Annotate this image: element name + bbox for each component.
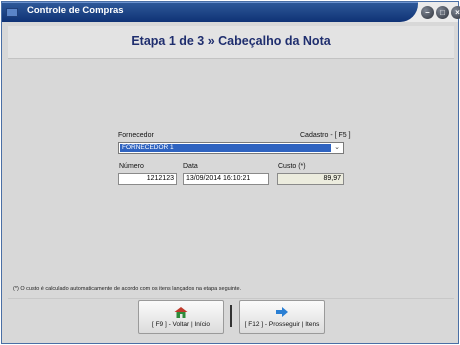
step-header: Etapa 1 de 3 » Cabeçalho da Nota bbox=[8, 26, 454, 59]
numero-field[interactable]: 1212123 bbox=[118, 173, 177, 185]
footnote: (*) O custo é calculado automaticamente … bbox=[13, 286, 242, 292]
app-icon bbox=[6, 8, 18, 17]
fornecedor-label: Fornecedor bbox=[118, 132, 154, 139]
next-button[interactable]: [ F12 ] - Prosseguir | Itens bbox=[239, 300, 325, 334]
footer-divider bbox=[8, 298, 454, 299]
home-icon bbox=[174, 307, 188, 318]
button-separator bbox=[230, 305, 232, 327]
minimize-icon[interactable]: – bbox=[421, 6, 434, 19]
data-field[interactable]: 13/09/2014 16:10:21 bbox=[183, 173, 269, 185]
main-window: Controle de Compras – □ × Etapa 1 de 3 »… bbox=[1, 1, 460, 344]
custo-field: 89,97 bbox=[277, 173, 344, 185]
arrow-right-icon bbox=[276, 307, 288, 317]
back-button[interactable]: [ F9 ] - Voltar | Início bbox=[138, 300, 224, 334]
maximize-icon[interactable]: □ bbox=[436, 6, 449, 19]
fornecedor-selected-value: FORNECEDOR 1 bbox=[120, 144, 331, 152]
window-title: Controle de Compras bbox=[27, 5, 124, 16]
chevron-down-icon[interactable]: ⌄ bbox=[332, 143, 342, 153]
page-title: Etapa 1 de 3 » Cabeçalho da Nota bbox=[131, 34, 331, 48]
next-button-label: [ F12 ] - Prosseguir | Itens bbox=[244, 321, 320, 328]
numero-label: Número bbox=[119, 163, 144, 170]
cadastro-link[interactable]: Cadastro - [ F5 ] bbox=[300, 132, 351, 139]
back-button-label: [ F9 ] - Voltar | Início bbox=[151, 321, 211, 328]
custo-label: Custo (*) bbox=[278, 163, 306, 170]
title-bar: Controle de Compras – □ × bbox=[2, 2, 460, 22]
data-label: Data bbox=[183, 163, 198, 170]
window-controls: – □ × bbox=[421, 6, 460, 19]
fornecedor-select[interactable]: FORNECEDOR 1 ⌄ bbox=[118, 142, 344, 154]
title-tab: Controle de Compras bbox=[2, 2, 418, 22]
close-icon[interactable]: × bbox=[451, 6, 460, 19]
